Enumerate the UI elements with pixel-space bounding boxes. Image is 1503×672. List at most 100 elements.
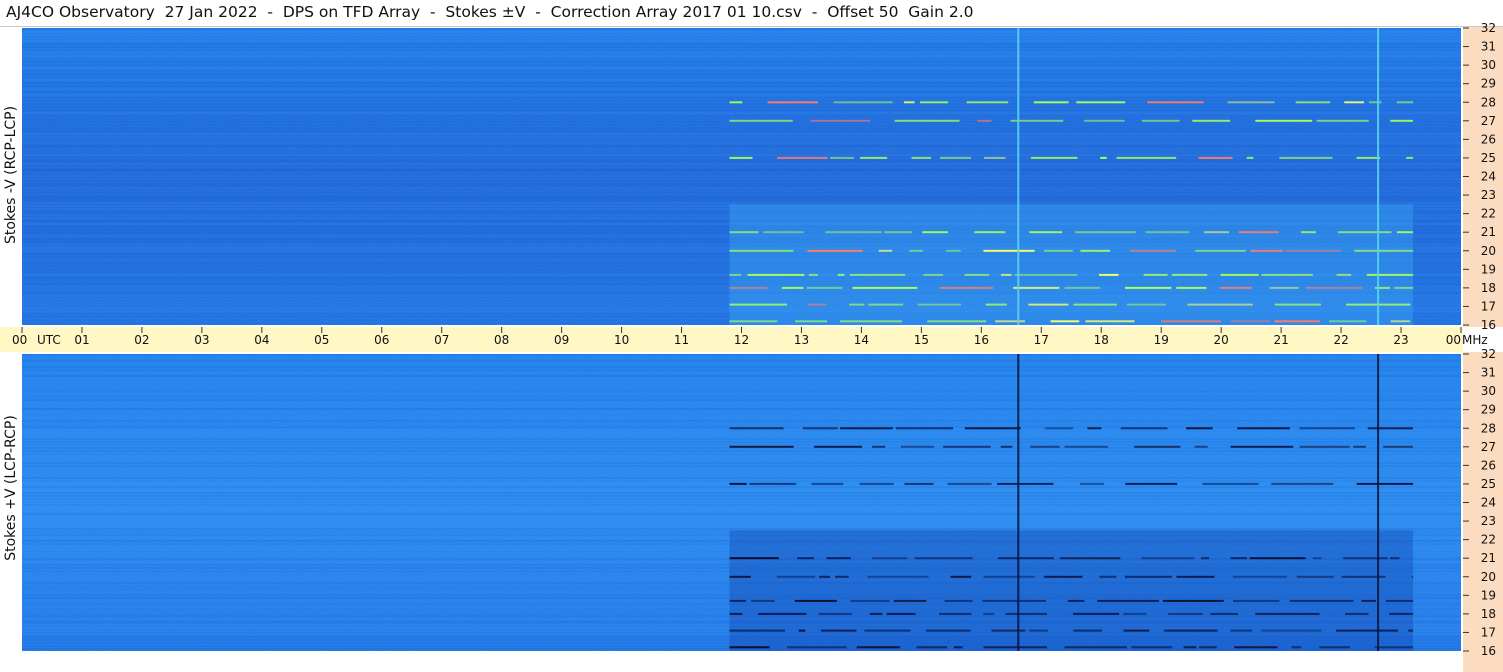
emission-burst [1141,119,1180,122]
emission-burst [825,231,882,234]
freq-tick-label: 31 [1481,366,1496,380]
freq-tick-label: 19 [1481,262,1496,276]
emission-burst [1232,575,1287,578]
time-tick-label: 00 [1446,333,1461,347]
emission-burst [1123,629,1150,632]
emission-burst [818,612,852,615]
emission-burst [1255,612,1320,615]
emission-burst [1028,303,1069,306]
emission-burst [925,629,971,632]
interference-line [1017,354,1020,651]
emission-burst [974,231,1006,234]
emission-burst [995,320,1025,323]
emission-burst [797,557,814,560]
freq-tick-label: 25 [1481,477,1496,491]
time-tick-label: 11 [674,333,689,347]
emission-burst [1261,629,1322,632]
emission-burst [982,599,1046,602]
emission-burst [1073,612,1120,615]
emission-burst [1390,320,1411,323]
time-tick-label: 15 [914,333,929,347]
freq-tick-label: 23 [1481,188,1496,202]
emission-burst [1064,445,1108,448]
emission-burst [867,575,929,578]
emission-burst [1219,286,1252,289]
emission-burst [1271,482,1334,485]
time-tick-label: 19 [1154,333,1169,347]
emission-burst [1099,273,1119,276]
emission-burst [729,231,759,234]
emission-burst [1014,273,1077,276]
emission-burst [814,445,862,448]
emission-burst [943,445,991,448]
emission-burst [984,156,1006,159]
emission-burst [1299,427,1355,430]
emission-burst [1230,445,1294,448]
emission-burst [795,320,828,323]
emission-burst [1306,286,1363,289]
emission-burst [997,482,1054,485]
emission-burst [1408,629,1413,632]
emission-burst [1087,427,1102,430]
emission-burst [856,646,900,649]
emission-burst [1085,320,1135,323]
time-tick-label: 14 [854,333,869,347]
emission-burst [1312,557,1322,560]
emission-burst [1250,249,1283,252]
emission-burst [953,646,963,649]
emission-burst [1030,156,1078,159]
emission-burst [1029,629,1048,632]
freq-unit-label: MHz [1462,333,1488,347]
emission-burst [920,101,949,104]
emission-burst [1344,101,1365,104]
emission-burst [922,231,948,234]
emission-burst [1199,646,1217,649]
freq-tick-label: 27 [1481,114,1496,128]
freq-tick-label: 19 [1481,588,1496,602]
freq-tick-label: 26 [1481,458,1496,472]
emission-burst [1050,320,1080,323]
emission-burst [927,320,987,323]
emission-burst [729,557,779,560]
panel-top-heatmap [22,28,1461,325]
emission-burst [1134,445,1181,448]
emission-burst [1390,119,1413,122]
emission-burst [909,249,924,252]
emission-burst [983,575,1035,578]
panel-label-bottom: Stokes +V (LCP-RCP) [3,415,19,561]
emission-burst [1230,629,1252,632]
emission-burst [1356,156,1381,159]
emission-burst [1366,273,1413,276]
time-tick-label: 07 [434,333,449,347]
emission-burst [1073,303,1117,306]
time-tick-label: 10 [614,333,629,347]
time-tick-label: 17 [1034,333,1049,347]
emission-burst [729,575,751,578]
emission-burst [964,273,990,276]
emission-burst [850,599,890,602]
interference-line [1377,354,1380,651]
emission-burst [830,156,854,159]
emission-burst [729,320,778,323]
emission-burst [849,303,865,306]
emission-burst [1176,286,1207,289]
emission-burst [1411,575,1414,578]
emission-burst [729,482,747,485]
emission-burst [1164,629,1218,632]
time-unit-label: UTC [37,333,61,347]
time-tick-label: 20 [1214,333,1229,347]
emission-burst [1274,303,1321,306]
emission-burst [1336,629,1398,632]
emission-burst [1374,646,1413,649]
emission-burst [794,599,837,602]
emission-burst [1143,273,1168,276]
emission-burst [839,427,893,430]
emission-burst [1361,599,1376,602]
emission-burst [811,482,844,485]
emission-burst [826,557,851,560]
emission-burst [1141,557,1195,560]
emission-burst [747,273,805,276]
emission-burst [983,612,995,615]
freq-tick-label: 20 [1481,570,1496,584]
emission-burst [1183,646,1197,649]
